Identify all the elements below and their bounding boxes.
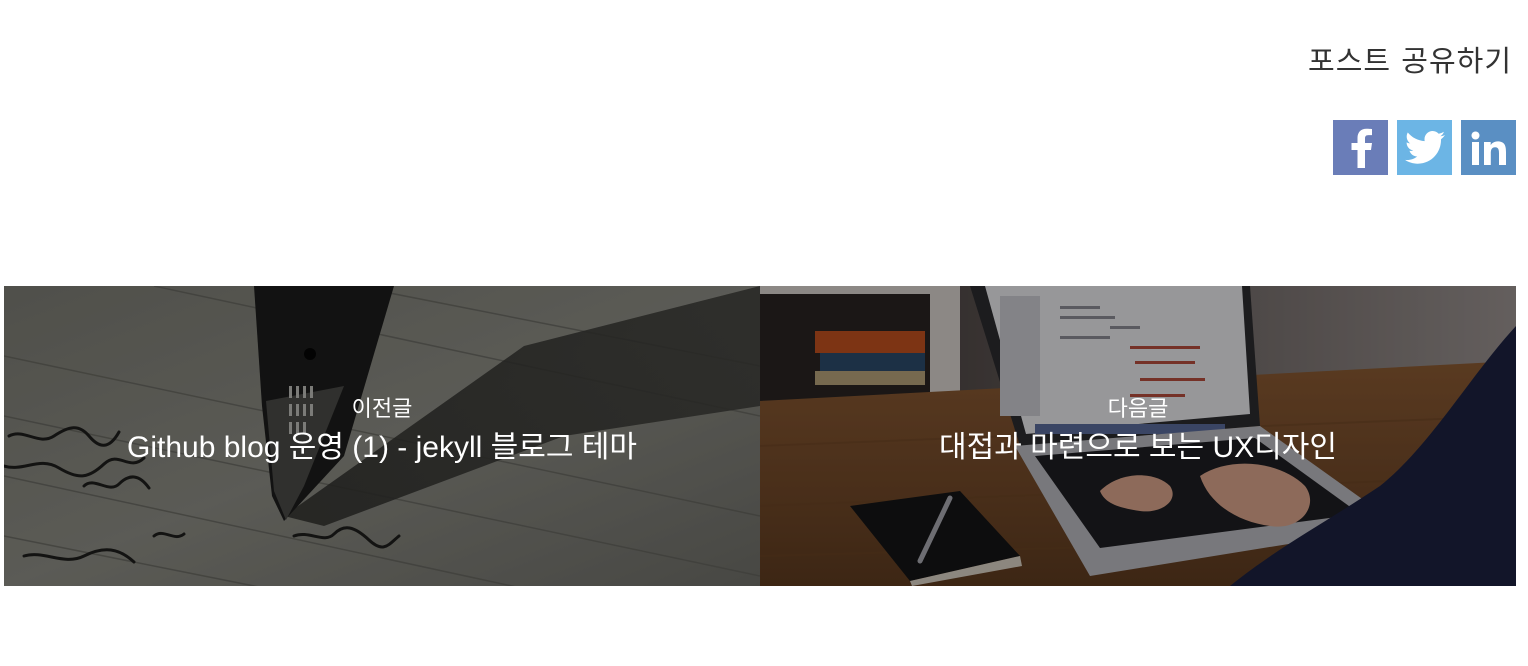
previous-post-text: 이전글 Github blog 운영 (1) - jekyll 블로그 테마 <box>4 396 760 470</box>
next-post-link[interactable]: 다음글 대접과 마련으로 보는 UX디자인 <box>760 286 1516 586</box>
twitter-share-button[interactable] <box>1397 120 1452 175</box>
next-post-title[interactable]: 대접과 마련으로 보는 UX디자인 <box>760 426 1516 470</box>
linkedin-icon <box>1471 131 1507 165</box>
share-title: 포스트 공유하기 <box>1308 44 1512 78</box>
next-post-label: 다음글 <box>1107 397 1169 422</box>
facebook-icon <box>1348 128 1374 168</box>
page: 포스트 공유하기 이전글 Github blog 운영 (1) - jekyll… <box>0 0 1528 666</box>
twitter-icon <box>1404 130 1445 165</box>
linkedin-share-button[interactable] <box>1461 120 1516 175</box>
post-navigation: 이전글 Github blog 운영 (1) - jekyll 블로그 테마 다… <box>4 286 1516 586</box>
previous-post-label: 이전글 <box>351 397 413 422</box>
facebook-share-button[interactable] <box>1333 120 1388 175</box>
previous-post-link[interactable]: 이전글 Github blog 운영 (1) - jekyll 블로그 테마 <box>4 286 760 586</box>
next-post-text: 다음글 대접과 마련으로 보는 UX디자인 <box>760 396 1516 470</box>
share-buttons <box>1333 120 1516 175</box>
previous-post-title[interactable]: Github blog 운영 (1) - jekyll 블로그 테마 <box>4 426 760 470</box>
